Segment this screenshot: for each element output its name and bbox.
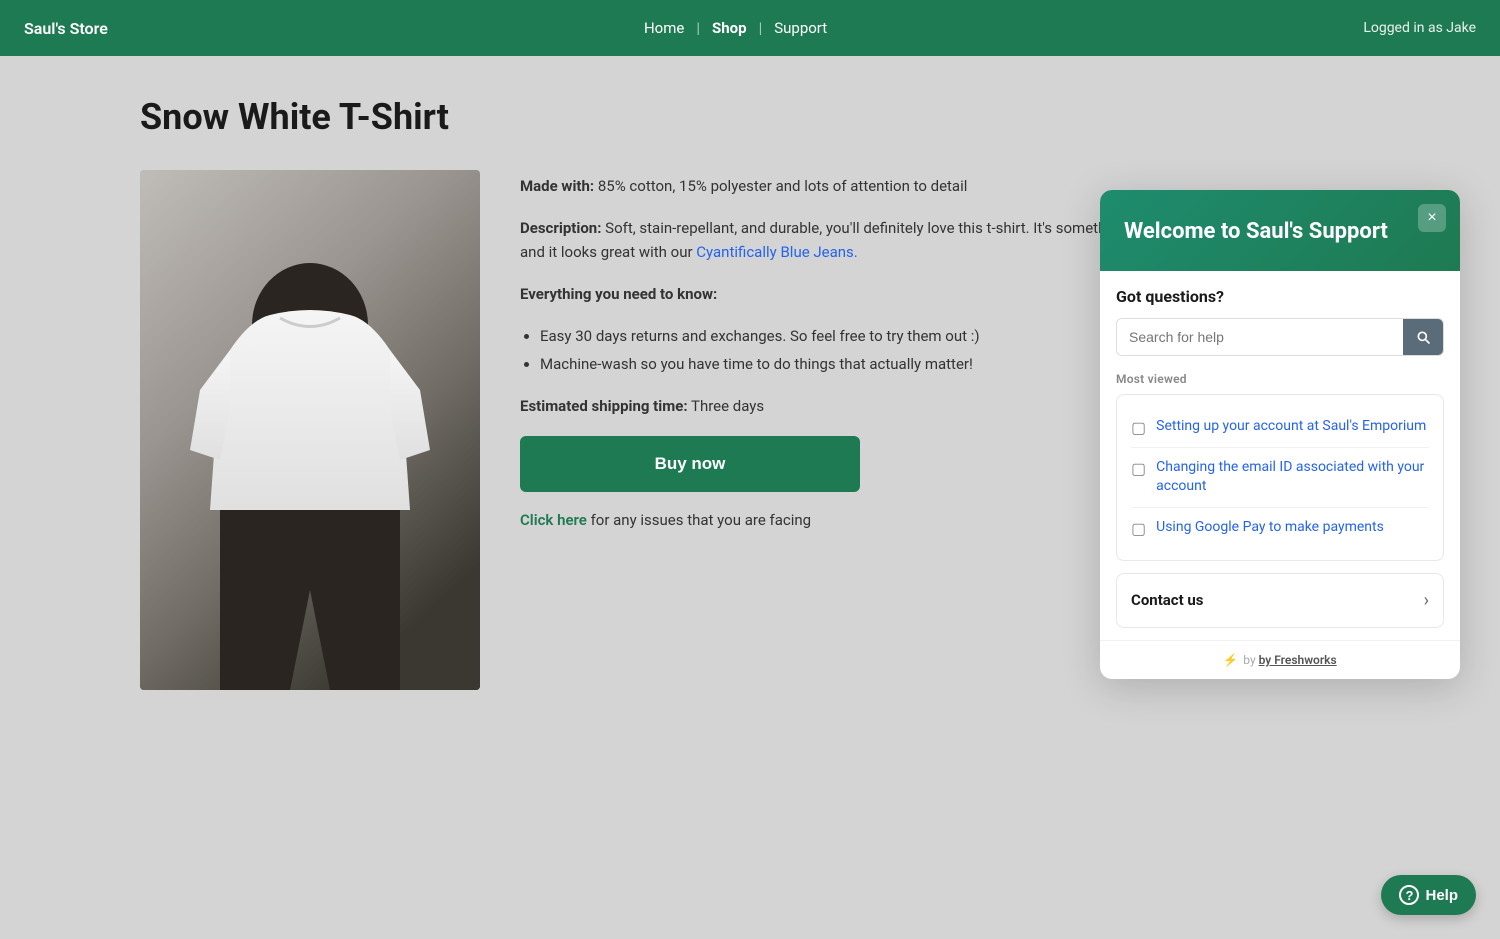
everything-label-text: Everything you need to know: xyxy=(520,285,717,303)
article-link-3[interactable]: Using Google Pay to make payments xyxy=(1156,518,1384,538)
navbar: Saul's Store Home | Shop | Support Logge… xyxy=(0,0,1500,56)
contact-us-row[interactable]: Contact us › xyxy=(1116,573,1444,628)
search-input[interactable] xyxy=(1117,319,1403,355)
article-link-1[interactable]: Setting up your account at Saul's Empori… xyxy=(1156,417,1426,437)
article-item-3[interactable]: ▢ Using Google Pay to make payments xyxy=(1131,508,1429,548)
footer-by: by xyxy=(1243,653,1258,667)
article-icon-2: ▢ xyxy=(1131,459,1146,478)
made-with-value: 85% cotton, 15% polyester and lots of at… xyxy=(598,177,968,195)
blue-jeans-link[interactable]: Cyantifically Blue Jeans. xyxy=(696,243,858,261)
article-icon-1: ▢ xyxy=(1131,418,1146,437)
widget-close-button[interactable]: × xyxy=(1418,204,1446,232)
articles-box: ▢ Setting up your account at Saul's Empo… xyxy=(1116,394,1444,561)
help-button[interactable]: ? Help xyxy=(1381,875,1476,915)
freshworks-link[interactable]: by Freshworks xyxy=(1259,653,1337,667)
navbar-brand[interactable]: Saul's Store xyxy=(24,19,108,38)
widget-header: Welcome to Saul's Support × xyxy=(1100,190,1460,271)
widget-title: Welcome to Saul's Support xyxy=(1124,218,1436,247)
shipping-label: Estimated shipping time: xyxy=(520,397,688,415)
got-questions: Got questions? xyxy=(1116,287,1444,306)
search-button[interactable] xyxy=(1403,319,1443,355)
buy-button[interactable]: Buy now xyxy=(520,436,860,492)
shipping-value: Three days xyxy=(691,397,764,415)
navbar-center: Home | Shop | Support xyxy=(108,19,1363,37)
help-label: Help xyxy=(1425,887,1458,904)
nav-support[interactable]: Support xyxy=(774,19,827,37)
user-status: Logged in as Jake xyxy=(1363,20,1476,36)
most-viewed-label: Most viewed xyxy=(1116,372,1444,386)
article-item-2[interactable]: ▢ Changing the email ID associated with … xyxy=(1131,448,1429,508)
issues-description: for any issues that you are facing xyxy=(591,511,812,529)
support-widget: Welcome to Saul's Support × Got question… xyxy=(1100,190,1460,679)
help-circle-icon: ? xyxy=(1399,885,1419,905)
article-link-2[interactable]: Changing the email ID associated with yo… xyxy=(1156,458,1429,497)
page-title: Snow White T-Shirt xyxy=(140,96,1360,138)
widget-footer: ⚡ by by Freshworks xyxy=(1100,640,1460,679)
nav-shop[interactable]: Shop xyxy=(712,19,747,37)
made-with-label: Made with: xyxy=(520,177,594,195)
product-image xyxy=(140,170,480,690)
tshirt-figure xyxy=(140,170,480,690)
bolt-icon: ⚡ xyxy=(1223,653,1238,667)
nav-sep-2: | xyxy=(759,19,763,37)
search-icon xyxy=(1415,329,1431,345)
article-list: ▢ Setting up your account at Saul's Empo… xyxy=(1131,407,1429,548)
widget-body: Got questions? Most viewed ▢ Setting up … xyxy=(1100,271,1460,628)
nav-sep-1: | xyxy=(696,19,700,37)
contact-us-chevron-icon: › xyxy=(1424,590,1429,611)
description-label: Description: xyxy=(520,219,601,237)
search-bar xyxy=(1116,318,1444,356)
issues-link[interactable]: Click here xyxy=(520,511,587,529)
contact-us-label: Contact us xyxy=(1131,591,1204,609)
nav-home[interactable]: Home xyxy=(644,19,684,37)
tshirt-svg xyxy=(140,170,480,690)
article-item-1[interactable]: ▢ Setting up your account at Saul's Empo… xyxy=(1131,407,1429,448)
article-icon-3: ▢ xyxy=(1131,519,1146,538)
